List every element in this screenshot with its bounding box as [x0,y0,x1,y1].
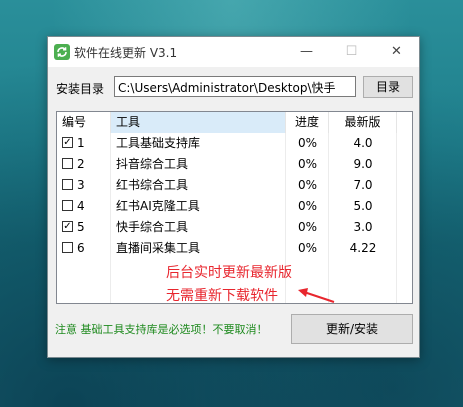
table-row[interactable]: ✓ 5 快手综合工具 0% 3.0 [57,217,412,238]
row-id: 6 [77,241,85,255]
row-tool-name: 快手综合工具 [116,220,189,234]
install-dir-label: 安装目录 [56,82,105,96]
row-progress: 0% [297,178,318,192]
row-tool-name: 红书AI克隆工具 [116,199,200,213]
header-tool[interactable]: 工具 [111,112,286,133]
row-tool-name: 工具基础支持库 [116,136,201,150]
row-checkbox[interactable]: ✓ [62,137,73,148]
updater-window: 软件在线更新 V3.1 — ☐ ✕ 安装目录 C:\Users\Administ… [47,36,420,358]
header-id[interactable]: 编号 [57,112,111,133]
row-id: 2 [77,157,85,171]
close-button[interactable]: ✕ [374,37,419,67]
row-id: 4 [77,199,85,213]
annotation-line-2: 无需重新下载软件 [166,288,278,304]
row-checkbox[interactable] [62,200,73,211]
row-progress: 0% [297,136,318,150]
table-row[interactable]: ✓ 1 工具基础支持库 0% 4.0 [57,133,412,154]
minimize-button[interactable]: — [284,37,329,67]
title-bar[interactable]: 软件在线更新 V3.1 — ☐ ✕ [48,37,419,67]
row-progress: 0% [297,157,318,171]
update-install-button[interactable]: 更新/安装 [291,314,413,344]
maximize-button[interactable]: ☐ [329,37,374,67]
row-id: 3 [77,178,85,192]
annotation-arrow-icon [298,288,335,303]
window-title: 软件在线更新 V3.1 [74,46,178,60]
row-version: 4.0 [353,136,373,150]
row-tool-name: 直播间采集工具 [116,241,201,255]
row-progress: 0% [297,220,318,234]
row-id: 1 [77,136,85,150]
refresh-app-icon [54,44,70,60]
row-checkbox[interactable] [62,179,73,190]
row-version: 7.0 [353,178,373,192]
row-version: 9.0 [353,157,373,171]
row-checkbox[interactable] [62,242,73,253]
required-notice: 注意 基础工具支持库是必选项！不要取消！ [55,323,268,336]
row-version: 4.22 [349,241,377,255]
row-version: 5.0 [353,199,373,213]
install-path-field[interactable]: C:\Users\Administrator\Desktop\快手 [114,76,356,97]
table-row[interactable]: 3 红书综合工具 0% 7.0 [57,175,412,196]
table-row[interactable]: 2 抖音综合工具 0% 9.0 [57,154,412,175]
list-header: 编号 工具 进度 最新版 [57,112,412,133]
row-tool-name: 抖音综合工具 [116,157,189,171]
row-tool-name: 红书综合工具 [116,178,189,192]
row-checkbox[interactable] [62,158,73,169]
header-version[interactable]: 最新版 [329,112,397,133]
row-id: 5 [77,220,85,234]
table-row[interactable]: 6 直播间采集工具 0% 4.22 [57,238,412,259]
row-progress: 0% [297,199,318,213]
row-version: 3.0 [353,220,373,234]
row-checkbox[interactable]: ✓ [62,221,73,232]
header-progress[interactable]: 进度 [286,112,329,133]
row-progress: 0% [297,241,318,255]
annotation-line-1: 后台实时更新最新版 [166,265,292,281]
table-row[interactable]: 4 红书AI克隆工具 0% 5.0 [57,196,412,217]
browse-dir-button[interactable]: 目录 [363,76,413,98]
